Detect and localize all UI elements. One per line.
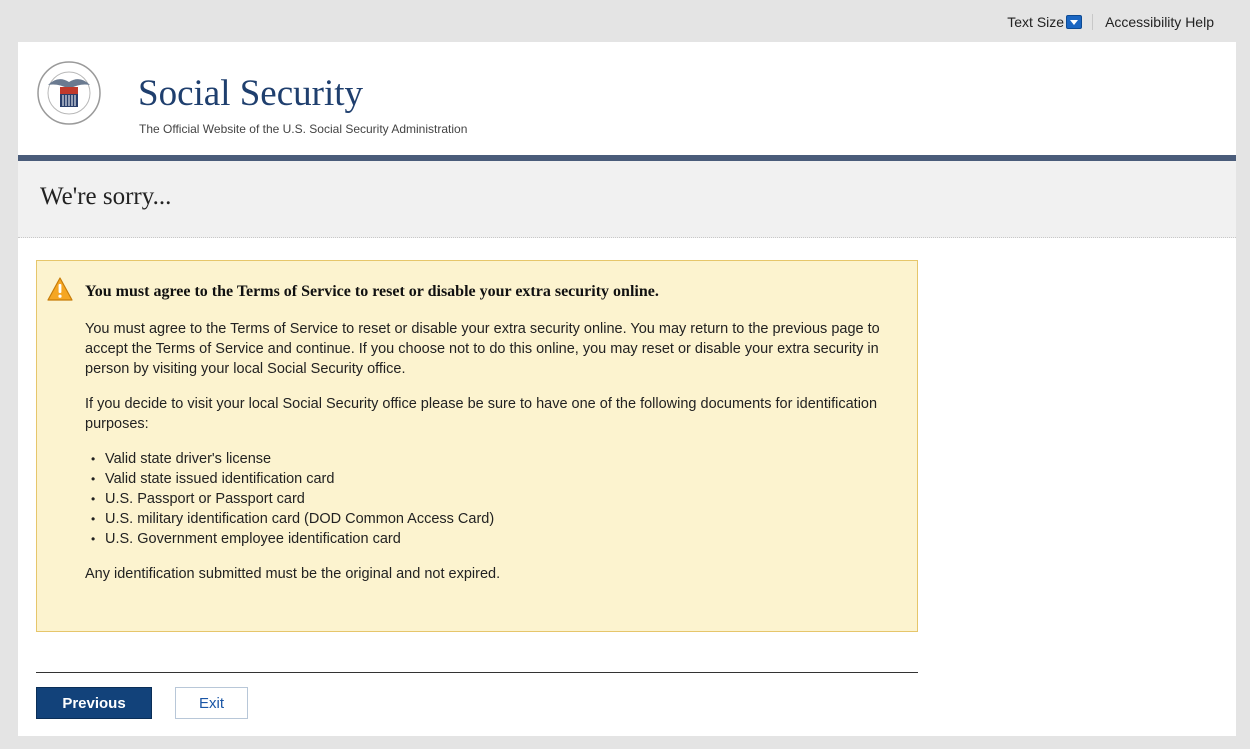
page-title: We're sorry... bbox=[40, 183, 172, 210]
accessibility-help-link[interactable]: Accessibility Help bbox=[1105, 14, 1214, 30]
site-header: Social Security The Official Website of … bbox=[18, 42, 1236, 161]
main-page: Social Security The Official Website of … bbox=[18, 42, 1236, 736]
page-title-band: We're sorry... bbox=[18, 161, 1236, 238]
alert-paragraph: Any identification submitted must be the… bbox=[85, 566, 501, 582]
list-item: Valid state issued identification card bbox=[91, 469, 903, 489]
document-list: Valid state driver's license Valid state… bbox=[85, 449, 903, 549]
previous-button[interactable]: Previous bbox=[36, 687, 152, 719]
divider bbox=[36, 672, 918, 673]
site-title[interactable]: Social Security bbox=[138, 72, 363, 115]
alert-paragraph: If you decide to visit your local Social… bbox=[85, 396, 878, 432]
text-size-control[interactable]: Text Size bbox=[1007, 14, 1083, 30]
text-size-label[interactable]: Text Size bbox=[1007, 14, 1064, 30]
warning-alert-box: You must agree to the Terms of Service t… bbox=[36, 260, 918, 632]
chevron-down-icon[interactable] bbox=[1066, 15, 1083, 29]
alert-body: You must agree to the Terms of Service t… bbox=[85, 319, 903, 599]
ssa-seal-icon[interactable] bbox=[36, 60, 102, 126]
utility-divider bbox=[1092, 14, 1094, 30]
site-tagline: The Official Website of the U.S. Social … bbox=[139, 122, 468, 136]
list-item: U.S. Government employee identification … bbox=[91, 529, 903, 549]
alert-heading: You must agree to the Terms of Service t… bbox=[85, 283, 659, 300]
list-item: U.S. military identification card (DOD C… bbox=[91, 509, 903, 529]
alert-paragraph: You must agree to the Terms of Service t… bbox=[85, 321, 880, 377]
utility-bar: Text Size Accessibility Help bbox=[0, 0, 1250, 44]
list-item: U.S. Passport or Passport card bbox=[91, 489, 903, 509]
warning-icon bbox=[47, 277, 73, 301]
exit-button[interactable]: Exit bbox=[175, 687, 248, 719]
utility-links: Text Size Accessibility Help bbox=[1007, 14, 1214, 30]
list-item: Valid state driver's license bbox=[91, 449, 903, 469]
